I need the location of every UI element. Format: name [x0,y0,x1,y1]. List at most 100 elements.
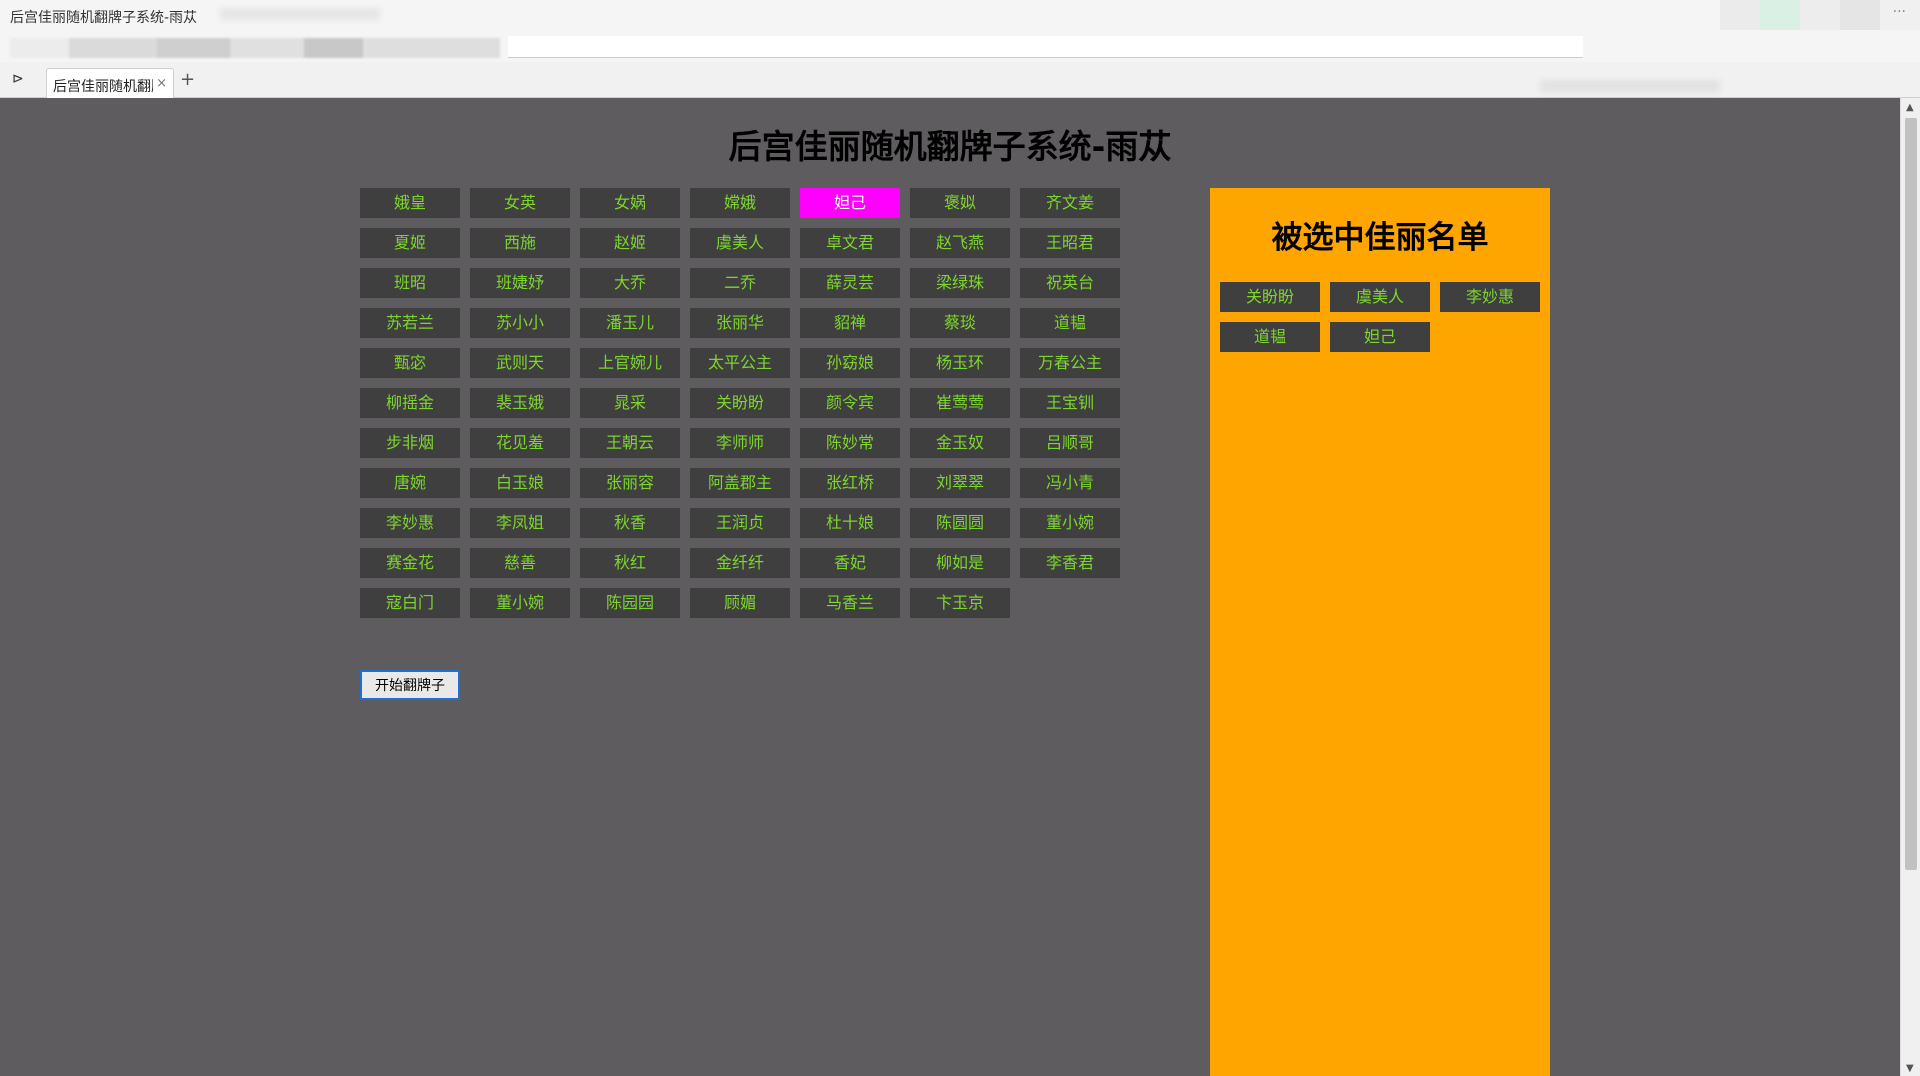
candidate-tile[interactable]: 卞玉京 [910,588,1010,618]
candidate-tile[interactable]: 金纤纤 [690,548,790,578]
candidate-tile[interactable]: 孙窈娘 [800,348,900,378]
candidate-tile[interactable]: 颜令宾 [800,388,900,418]
panel-title: 被选中佳丽名单 [1271,220,1489,256]
candidate-tile[interactable]: 大乔 [580,268,680,298]
candidate-tile[interactable]: 陈妙常 [800,428,900,458]
vertical-scrollbar[interactable]: ▲ ▼ [1900,98,1920,1076]
candidate-tile[interactable]: 李师师 [690,428,790,458]
selected-tile[interactable]: 妲己 [1330,322,1430,352]
window-menu-icon[interactable]: ··· [1893,4,1906,20]
blurred-tabbar-area [1540,80,1720,92]
candidate-tile[interactable]: 吕顺哥 [1020,428,1120,458]
page-title: 后宫佳丽随机翻牌子系统-雨苁 [728,127,1172,166]
candidate-tile[interactable]: 柳摇金 [360,388,460,418]
candidate-tile[interactable]: 卓文君 [800,228,900,258]
candidate-tile[interactable]: 寇白门 [360,588,460,618]
candidate-tile[interactable]: 潘玉儿 [580,308,680,338]
candidate-tile[interactable]: 李凤姐 [470,508,570,538]
candidate-tile[interactable]: 西施 [470,228,570,258]
candidate-tile[interactable]: 万春公主 [1020,348,1120,378]
candidate-tile[interactable]: 娥皇 [360,188,460,218]
candidate-tile[interactable]: 上官婉儿 [580,348,680,378]
candidate-tile[interactable]: 裴玉娥 [470,388,570,418]
candidate-tile[interactable]: 香妃 [800,548,900,578]
candidate-tile[interactable]: 赵姬 [580,228,680,258]
candidate-tile[interactable]: 马香兰 [800,588,900,618]
candidate-tile[interactable]: 陈圆圆 [910,508,1010,538]
candidate-tile[interactable]: 甄宓 [360,348,460,378]
candidate-tile[interactable]: 金玉奴 [910,428,1010,458]
candidate-tile[interactable]: 董小婉 [1020,508,1120,538]
candidate-tile[interactable]: 班昭 [360,268,460,298]
selected-tile[interactable]: 关盼盼 [1220,282,1320,312]
candidate-tile[interactable]: 嫦娥 [690,188,790,218]
candidate-tile[interactable]: 张丽华 [690,308,790,338]
candidate-tile[interactable]: 顾媚 [690,588,790,618]
candidate-tile[interactable]: 慈善 [470,548,570,578]
candidate-tile[interactable]: 虞美人 [690,228,790,258]
candidate-tile[interactable]: 二乔 [690,268,790,298]
candidate-tile[interactable]: 女英 [470,188,570,218]
candidate-tile[interactable]: 薛灵芸 [800,268,900,298]
candidate-tile[interactable]: 道韫 [1020,308,1120,338]
candidate-tile[interactable]: 太平公主 [690,348,790,378]
candidate-tile[interactable]: 褒姒 [910,188,1010,218]
candidate-tile[interactable]: 班婕妤 [470,268,570,298]
candidate-tile[interactable]: 苏小小 [470,308,570,338]
candidate-tile[interactable]: 妲己 [800,188,900,218]
window-titlebar: 后宫佳丽随机翻牌子系统-雨苁 ··· [0,0,1920,96]
candidate-tile[interactable]: 董小婉 [470,588,570,618]
candidate-tile[interactable]: 武则天 [470,348,570,378]
candidate-tile[interactable]: 关盼盼 [690,388,790,418]
selected-tile[interactable]: 虞美人 [1330,282,1430,312]
url-input[interactable] [508,36,1583,58]
candidate-tile[interactable]: 王润贞 [690,508,790,538]
close-icon[interactable]: × [156,76,167,91]
candidate-tile[interactable]: 唐婉 [360,468,460,498]
candidate-tile[interactable]: 李香君 [1020,548,1120,578]
candidate-tile[interactable]: 夏姬 [360,228,460,258]
candidate-tile[interactable]: 杜十娘 [800,508,900,538]
candidate-tile[interactable]: 冯小青 [1020,468,1120,498]
candidate-tile[interactable]: 王宝钏 [1020,388,1120,418]
candidate-tile[interactable]: 阿盖郡主 [690,468,790,498]
candidate-tile[interactable]: 齐文姜 [1020,188,1120,218]
candidate-tile[interactable]: 步非烟 [360,428,460,458]
candidate-tile[interactable]: 陈园园 [580,588,680,618]
selected-panel: 被选中佳丽名单 关盼盼 虞美人 李妙惠道韫 妲己 [1210,188,1550,1076]
candidate-tile[interactable]: 苏若兰 [360,308,460,338]
candidate-tile[interactable]: 王朝云 [580,428,680,458]
page-viewport: 后宫佳丽随机翻牌子系统-雨苁 娥皇 女英 女娲 嫦娥 妲己 褒姒 齐文姜 夏姬 西施 赵姬 虞美人卓… [0,98,1900,1076]
selected-tile[interactable]: 道韫 [1220,322,1320,352]
candidate-tile[interactable]: 杨玉环 [910,348,1010,378]
start-button[interactable]: 开始翻牌子 [360,670,460,700]
selected-tile[interactable]: 李妙惠 [1440,282,1540,312]
scroll-thumb[interactable] [1905,118,1917,870]
candidate-tile[interactable]: 花见羞 [470,428,570,458]
candidate-tile[interactable]: 崔莺莺 [910,388,1010,418]
candidate-tile[interactable]: 王昭君 [1020,228,1120,258]
scroll-down-icon[interactable]: ▼ [1906,1063,1914,1074]
candidate-tile[interactable]: 赛金花 [360,548,460,578]
candidate-tile[interactable]: 秋红 [580,548,680,578]
candidate-tile[interactable]: 蔡琰 [910,308,1010,338]
candidate-tile[interactable]: 貂禅 [800,308,900,338]
candidate-tile[interactable]: 刘翠翠 [910,468,1010,498]
candidate-tile[interactable]: 柳如是 [910,548,1010,578]
candidate-tile[interactable]: 晁采 [580,388,680,418]
candidate-tile[interactable]: 女娲 [580,188,680,218]
sidebar-toggle-icon[interactable]: ⊳ [12,71,24,87]
scroll-up-icon[interactable]: ▲ [1906,102,1914,113]
candidate-tile[interactable]: 张丽容 [580,468,680,498]
new-tab-icon[interactable]: + [180,69,195,90]
candidate-tile[interactable]: 秋香 [580,508,680,538]
blurred-title-text [220,8,380,20]
candidate-tile[interactable]: 赵飞燕 [910,228,1010,258]
candidate-tile[interactable]: 梁绿珠 [910,268,1010,298]
window-title: 后宫佳丽随机翻牌子系统-雨苁 [10,10,198,26]
candidate-tile[interactable]: 李妙惠 [360,508,460,538]
candidate-tile[interactable]: 张红桥 [800,468,900,498]
candidate-tile[interactable]: 祝英台 [1020,268,1120,298]
tab-active[interactable]: 后宫佳丽随机翻牌子系统-雨苁 × [46,68,174,98]
candidate-tile[interactable]: 白玉娘 [470,468,570,498]
